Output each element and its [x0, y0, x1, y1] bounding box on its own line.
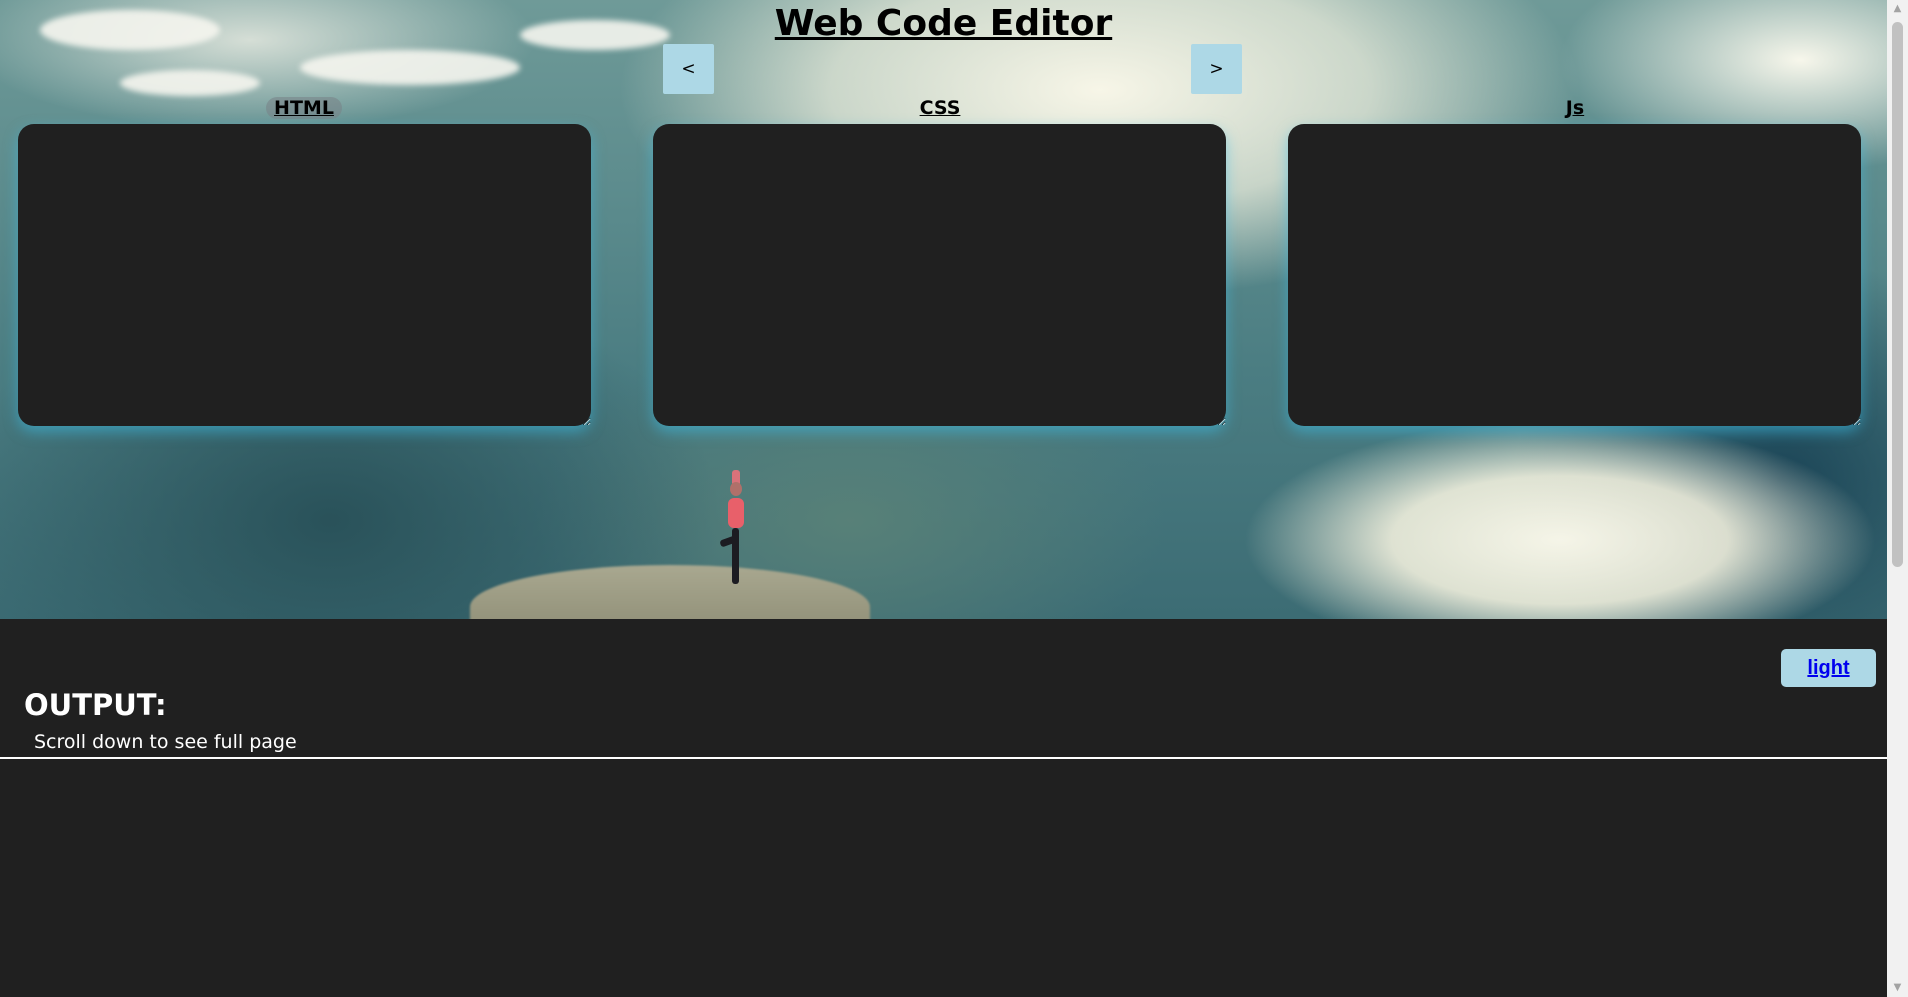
css-editor-label: CSS	[919, 97, 961, 119]
css-code-input[interactable]	[653, 124, 1226, 426]
scroll-down-arrow-icon[interactable]: ▼	[1887, 979, 1908, 997]
previous-button[interactable]: <	[663, 44, 714, 94]
theme-toggle-button[interactable]: light	[1781, 649, 1876, 687]
background-snow-patch	[300, 50, 520, 85]
next-button[interactable]: >	[1191, 44, 1242, 94]
scroll-up-arrow-icon[interactable]: ▲	[1887, 0, 1908, 18]
html-code-input[interactable]	[18, 124, 591, 426]
js-editor-label: Js	[1565, 97, 1585, 119]
html-editor-label: HTML	[266, 97, 342, 119]
background-person-figure	[719, 470, 750, 590]
vertical-scrollbar[interactable]: ▲ ▼	[1887, 0, 1908, 997]
output-preview-frame[interactable]	[0, 757, 1887, 997]
page-title: Web Code Editor	[774, 3, 1113, 44]
background-snow-patch	[120, 70, 260, 96]
output-hint-text: Scroll down to see full page	[34, 731, 297, 753]
js-code-input[interactable]	[1288, 124, 1861, 426]
editor-section: Web Code Editor < > HTML CSS Js	[0, 0, 1887, 619]
scrollbar-thumb[interactable]	[1892, 22, 1903, 567]
output-title: OUTPUT:	[24, 688, 167, 722]
app-viewport: Web Code Editor < > HTML CSS Js light OU…	[0, 0, 1908, 997]
background-cliff-ledge	[470, 565, 870, 619]
